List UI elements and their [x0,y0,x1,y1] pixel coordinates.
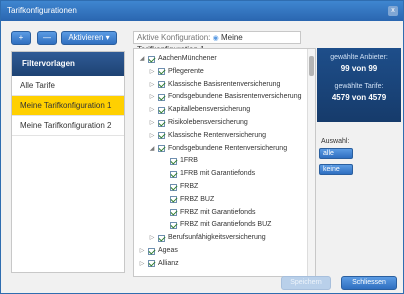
save-button[interactable]: Speichern [281,276,331,290]
tree-node[interactable]: ▷ Klassische Rentenversicherung [148,130,266,142]
tree-node-label: Allianz [158,259,179,267]
config-radio-icon: ◉ [212,35,219,42]
tree-node[interactable]: 1FRB [168,155,198,167]
tree-node-label: Klassische Basisrentenversicherung [168,80,281,88]
filter-templates-panel: Filtervorlagen Alle Tarife Meine Tarifko… [11,51,125,273]
tree-checkbox[interactable] [158,119,165,127]
tree-node[interactable]: ▷ Ageas [138,245,178,257]
expand-arrow-icon[interactable]: ▷ [148,232,156,244]
tree-scrollbar[interactable] [307,49,315,276]
tree-checkbox[interactable] [158,106,165,114]
close-icon[interactable]: x [388,6,398,16]
close-button[interactable]: Schliessen [341,276,397,290]
selected-tariffs-count: 4579 von 4579 [331,93,387,102]
tree-node[interactable]: ▷ Allianz [138,258,179,270]
tree-node[interactable]: ▷ Kapitallebensversicherung [148,104,250,116]
tariff-tree: ◢ AachenMünchener ▷ Pflegerente ▷ Klassische … [133,48,316,277]
tree-checkbox[interactable] [170,209,177,217]
tree-checkbox[interactable] [170,183,177,191]
tree-checkbox[interactable] [158,234,165,242]
tree-node[interactable]: ◢ AachenMünchener [138,53,217,65]
tree-checkbox[interactable] [170,170,177,178]
tree-node-label: Ageas [158,247,178,254]
tree-checkbox[interactable] [148,260,155,268]
selected-providers-label: gewählte Anbieter: [330,54,388,61]
tree-node-label: 1FRB mit Garantiefonds [180,170,256,178]
selection-summary-panel: gewählte Anbieter: 99 von 99 gewählte Ta… [317,48,401,122]
expand-arrow-icon[interactable]: ▷ [148,130,156,142]
tree-node-label: Fondsgebundene Basisrentenversicherung [168,93,302,101]
remove-button[interactable]: — [37,31,57,45]
dialog-window: Tarifkonfigurationen x + — Aktivieren ▾ … [0,0,404,294]
tree-node-label: Risikolebensversicherung [168,119,248,126]
tree-node[interactable]: FRBZ mit Garantiefonds BUZ [168,219,271,231]
expand-arrow-icon[interactable]: ▷ [138,258,146,270]
tree-checkbox[interactable] [170,221,177,229]
tree-node[interactable]: ▷ Klassische Basisrentenversicherung [148,79,280,91]
tree-node[interactable]: ◢ Fondsgebundene Rentenversicherung [148,143,287,155]
active-config-label: Aktive Konfiguration: [137,33,211,42]
tree-node-label: FRBZ mit Garantiefonds BUZ [180,221,272,229]
tree-node-label: AachenMünchener [158,55,217,62]
title-bar[interactable]: Tarifkonfigurationen x [1,1,403,21]
activate-dropdown-button[interactable]: Aktivieren ▾ [61,31,117,45]
tree-checkbox[interactable] [158,68,165,76]
tree-checkbox[interactable] [158,145,165,153]
tree-node[interactable]: FRBZ BUZ [168,194,214,206]
scroll-thumb[interactable] [309,56,314,76]
tree-node-label: Pflegerente [168,67,204,75]
tree-node[interactable]: FRBZ [168,181,198,193]
tree-node[interactable]: FRBZ mit Garantiefonds [168,207,255,219]
auswahl-label: Auswahl: [321,138,350,145]
tree-checkbox[interactable] [170,157,177,165]
expand-arrow-icon[interactable]: ▷ [138,245,146,257]
tree-checkbox[interactable] [148,55,155,63]
tree-checkbox[interactable] [158,93,165,101]
tree-node[interactable]: ▷ Pflegerente [148,66,204,78]
template-item-meine-tarifkonfiguration-1[interactable]: Meine Tarifkonfiguration 1 [12,96,124,116]
selected-providers-count: 99 von 99 [340,64,378,73]
tree-node-label: Kapitallebensversicherung [168,106,251,114]
tree-checkbox[interactable] [148,247,155,255]
select-all-button[interactable]: alle [319,148,353,159]
select-none-button[interactable]: keine [319,164,353,175]
template-item-meine-tarifkonfiguration-2[interactable]: Meine Tarifkonfiguration 2 [12,116,124,136]
tree-node-label: Berufsunfähigkeitsversicherung [168,234,266,242]
tree-node[interactable]: ▷ Risikolebensversicherung [148,117,248,129]
template-item-alle-tarife[interactable]: Alle Tarife [12,76,124,96]
tree-node-label: Klassische Rentenversicherung [168,131,267,139]
expand-arrow-icon[interactable]: ▷ [148,117,156,129]
tree-checkbox[interactable] [158,132,165,140]
tree-node[interactable]: ▷ Berufsunfähigkeitsversicherung [148,232,266,244]
collapse-arrow-icon[interactable]: ◢ [148,143,156,155]
selected-tariffs-label: gewählte Tarife: [334,83,384,90]
tree-checkbox[interactable] [170,196,177,204]
tree-node[interactable]: 1FRB mit Garantiefonds [168,168,255,180]
active-config-bar: Aktive Konfiguration: ◉ Meine Tarifkonfi… [133,31,301,54]
tree-node-label: 1FRB [180,157,198,165]
collapse-arrow-icon[interactable]: ◢ [138,53,146,65]
tree-node-label: FRBZ [180,183,199,190]
tree-node[interactable]: ▷ Fondsgebundene Basisrentenversicherung [148,91,301,103]
tree-node-label: FRBZ mit Garantiefonds [180,208,256,216]
tree-node-label: FRBZ BUZ [180,195,215,203]
tree-node-label: Fondsgebundene Rentenversicherung [168,144,288,152]
window-title: Tarifkonfigurationen [7,6,77,15]
add-button[interactable]: + [11,31,31,45]
expand-arrow-icon[interactable]: ▷ [148,79,156,91]
expand-arrow-icon[interactable]: ▷ [148,104,156,116]
filter-templates-header: Filtervorlagen [12,52,124,76]
tree-checkbox[interactable] [158,81,165,89]
expand-arrow-icon[interactable]: ▷ [148,91,156,103]
expand-arrow-icon[interactable]: ▷ [148,66,156,78]
